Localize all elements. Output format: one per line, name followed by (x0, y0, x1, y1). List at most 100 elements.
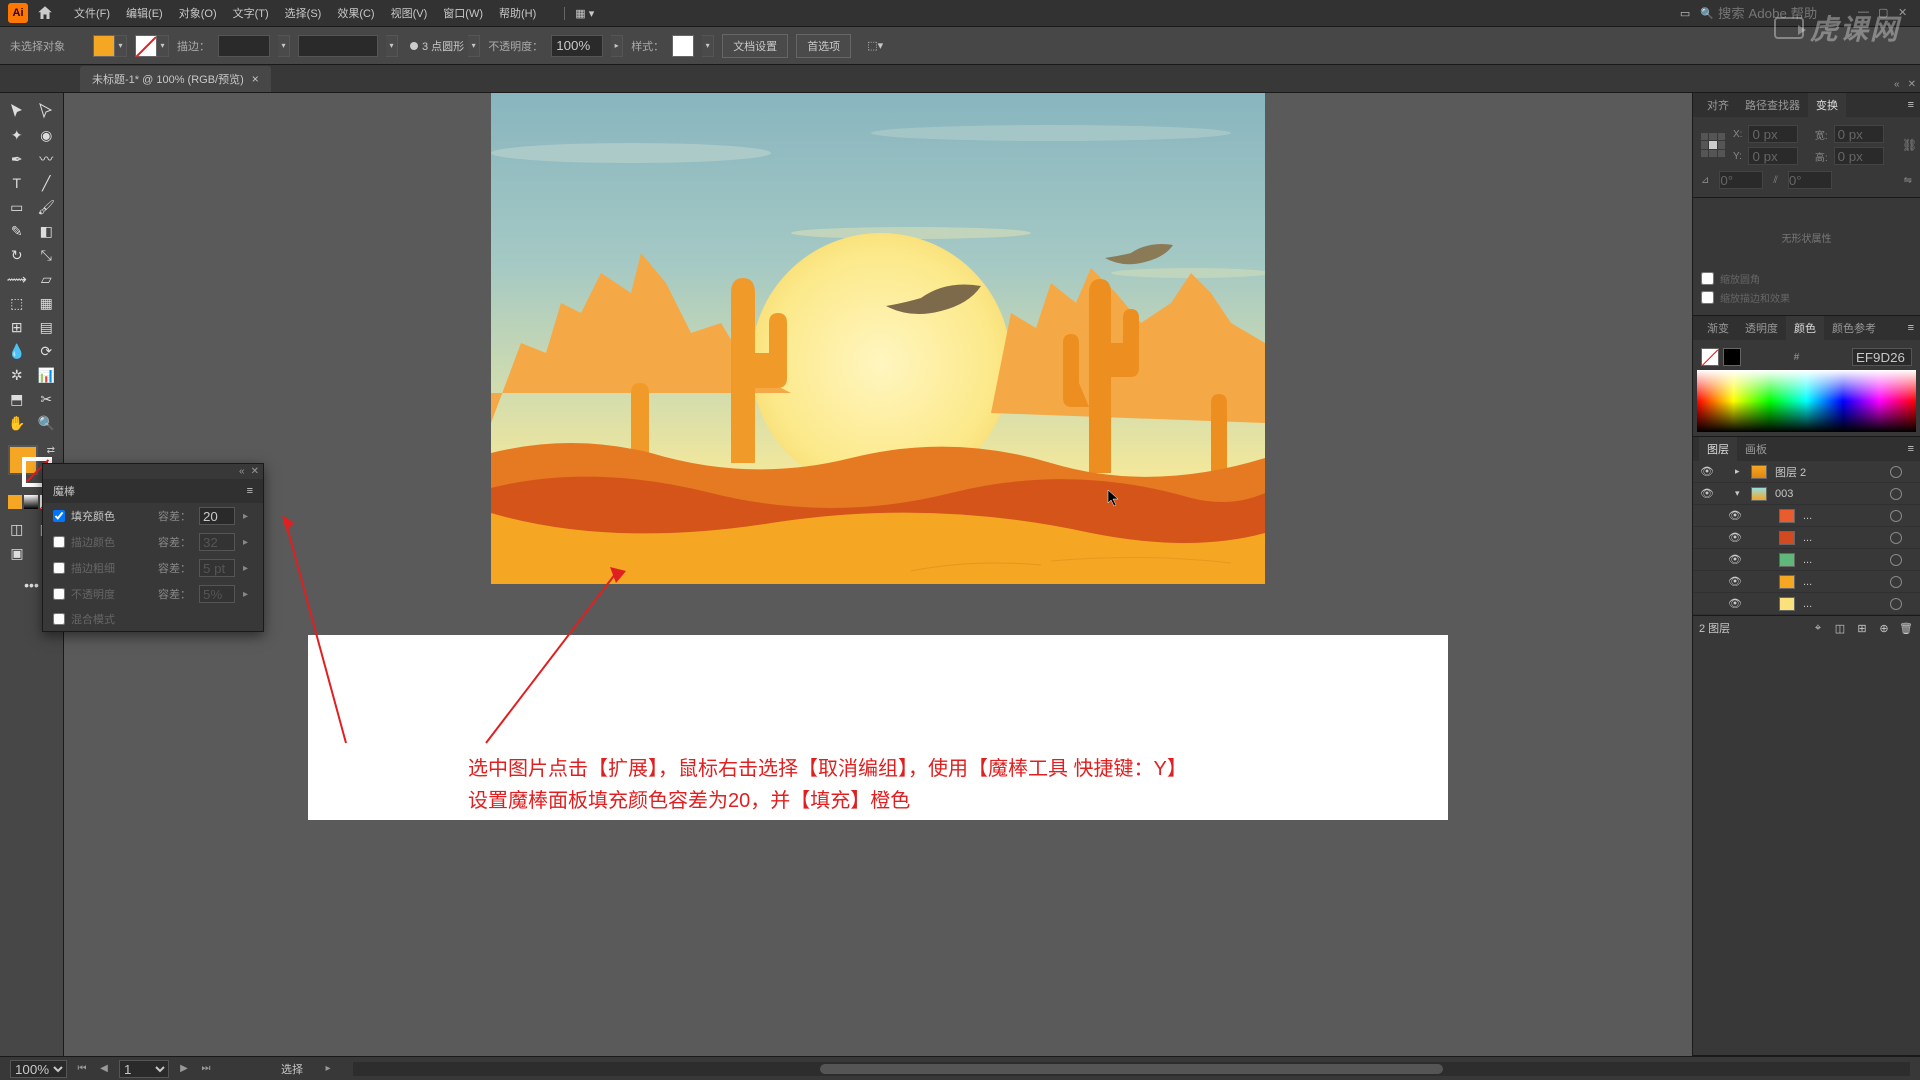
magic-wand-panel[interactable]: «✕ 魔棒≡ 填充颜色 容差： ▸ 描边颜色 容差： ▸ 描边粗细 容差： ▸ (42, 463, 264, 632)
stroke-weight-dd[interactable]: ▾ (278, 35, 290, 57)
scale-corners-checkbox[interactable]: 缩放圆角 (1701, 269, 1912, 288)
layer-row[interactable]: 👁... (1693, 527, 1920, 549)
wand-fill-color-checkbox[interactable]: 填充颜色 (53, 508, 150, 524)
maximize-icon[interactable]: ▢ (1878, 6, 1892, 20)
hand-tool[interactable]: ✋ (2, 411, 32, 435)
target-icon[interactable] (1890, 554, 1902, 566)
layer-name[interactable]: ... (1799, 532, 1886, 544)
close-icon[interactable]: ✕ (1898, 6, 1912, 20)
tab-color[interactable]: 颜色 (1786, 316, 1824, 340)
panel-menu-layers[interactable]: ≡ (1908, 443, 1914, 455)
panel-menu-transform[interactable]: ≡ (1908, 99, 1914, 111)
layer-name[interactable]: ... (1799, 598, 1886, 610)
reference-point-grid[interactable] (1701, 133, 1725, 157)
scale-strokes-checkbox[interactable]: 缩放描边和效果 (1701, 288, 1912, 307)
layer-row[interactable]: 👁... (1693, 549, 1920, 571)
free-transform-tool[interactable]: ▱ (32, 267, 62, 291)
mesh-tool[interactable]: ⊞ (2, 315, 32, 339)
gradient-tool[interactable]: ▤ (32, 315, 62, 339)
menu-select[interactable]: 选择(S) (277, 5, 330, 21)
arrange-docs-icon[interactable]: ▦ ▾ (564, 7, 594, 20)
graph-tool[interactable]: 📊 (32, 363, 62, 387)
expand-icon[interactable]: ▸ (1735, 466, 1747, 477)
visibility-icon[interactable]: 👁 (1727, 597, 1743, 610)
preferences-button[interactable]: 首选项 (796, 34, 851, 58)
help-search[interactable]: 🔍 (1700, 6, 1838, 21)
layer-row[interactable]: 👁▸图层 2 (1693, 461, 1920, 483)
layer-name[interactable]: ... (1799, 510, 1886, 522)
swap-fill-stroke-icon[interactable]: ⇄ (47, 445, 55, 456)
style-dd[interactable]: ▾ (702, 35, 714, 57)
pen-tool[interactable]: ✒ (2, 147, 32, 171)
align-to-icon[interactable]: ⬚▾ (867, 39, 883, 52)
color-none-swatch[interactable] (1701, 348, 1719, 366)
h-scrollbar[interactable] (353, 1062, 1910, 1076)
color-hex-input[interactable] (1852, 348, 1912, 366)
paintbrush-tool[interactable]: 🖌 (32, 195, 62, 219)
layer-row[interactable]: 👁... (1693, 571, 1920, 593)
perspective-tool[interactable]: ▦ (32, 291, 62, 315)
blend-tool[interactable]: ⟳ (32, 339, 62, 363)
menu-type[interactable]: 文字(T) (225, 5, 277, 21)
draw-mode[interactable]: ◫ (2, 517, 32, 541)
panel-menu-icon[interactable]: ≡ (247, 485, 253, 497)
minimize-icon[interactable]: — (1858, 6, 1872, 20)
direct-selection-tool[interactable] (32, 99, 62, 123)
zoom-tool[interactable]: 🔍 (32, 411, 62, 435)
menu-help[interactable]: 帮助(H) (491, 5, 544, 21)
target-icon[interactable] (1890, 598, 1902, 610)
create-sublayer-icon[interactable]: ⊞ (1854, 620, 1870, 636)
menu-view[interactable]: 视图(V) (383, 5, 436, 21)
tab-color-guide[interactable]: 颜色参考 (1824, 316, 1884, 340)
color-spectrum[interactable] (1697, 370, 1916, 432)
panel-menu-color[interactable]: ≡ (1908, 322, 1914, 334)
tab-pathfinder[interactable]: 路径查找器 (1737, 93, 1808, 117)
locate-object-icon[interactable]: ⌖ (1810, 620, 1826, 636)
artboard-nav-select[interactable]: 1 (119, 1060, 169, 1078)
wand-blend-checkbox[interactable]: 混合模式 (53, 611, 253, 627)
artboard-tool[interactable]: ⬒ (2, 387, 32, 411)
h-scroll-thumb[interactable] (820, 1064, 1443, 1074)
constrain-proportions-icon[interactable]: ⛓ (1902, 138, 1912, 152)
wand-stroke-color-checkbox[interactable]: 描边颜色 (53, 534, 150, 550)
layer-name[interactable]: ... (1799, 576, 1886, 588)
stroke-dropdown[interactable]: ▾ (157, 35, 169, 57)
wand-stroke-weight-checkbox[interactable]: 描边粗细 (53, 560, 150, 576)
wand-tol-stepper[interactable]: ▸ (243, 511, 253, 522)
document-tab[interactable]: 未标题-1* @ 100% (RGB/预览) × (80, 66, 271, 92)
target-icon[interactable] (1890, 532, 1902, 544)
stroke-weight-input[interactable] (218, 35, 270, 57)
zoom-select[interactable]: 100% (10, 1060, 67, 1078)
menu-effect[interactable]: 效果(C) (329, 5, 382, 21)
line-tool[interactable]: ╱ (32, 171, 62, 195)
visibility-icon[interactable]: 👁 (1727, 575, 1743, 588)
type-tool[interactable]: T (2, 171, 32, 195)
width-tool[interactable]: ⟿ (2, 267, 32, 291)
symbol-sprayer-tool[interactable]: ✲ (2, 363, 32, 387)
nav-last-icon[interactable]: ⏭ (199, 1062, 213, 1076)
scale-tool[interactable]: ⤡ (32, 243, 62, 267)
mode-gradient[interactable] (24, 495, 38, 509)
eyedropper-tool[interactable]: 💧 (2, 339, 32, 363)
wand-opacity-checkbox[interactable]: 不透明度 (53, 586, 150, 602)
fill-swatch[interactable] (93, 35, 115, 57)
visibility-icon[interactable]: 👁 (1699, 487, 1715, 500)
nav-prev-icon[interactable]: ◀ (97, 1062, 111, 1076)
slice-tool[interactable]: ✂ (32, 387, 62, 411)
style-swatch[interactable] (672, 35, 694, 57)
target-icon[interactable] (1890, 510, 1902, 522)
mode-color[interactable] (8, 495, 22, 509)
layer-row[interactable]: 👁... (1693, 593, 1920, 615)
opacity-input[interactable] (551, 35, 603, 57)
canvas[interactable]: 选中图片点击【扩展】，鼠标右击选择【取消编组】，使用【魔棒工具 快捷键：Y】 设… (64, 93, 1692, 1056)
panel-collapse-icon[interactable]: « (239, 466, 245, 477)
target-icon[interactable] (1890, 466, 1902, 478)
fill-dropdown[interactable]: ▾ (115, 35, 127, 57)
tab-artboards[interactable]: 画板 (1737, 437, 1775, 461)
rotate-tool[interactable]: ↻ (2, 243, 32, 267)
panel-close-icon[interactable]: ✕ (251, 466, 259, 477)
dock-collapse-icon[interactable]: « (1894, 79, 1900, 90)
shaper-tool[interactable]: ✎ (2, 219, 32, 243)
opacity-dd[interactable]: ▸ (611, 35, 623, 57)
rectangle-tool[interactable]: ▭ (2, 195, 32, 219)
